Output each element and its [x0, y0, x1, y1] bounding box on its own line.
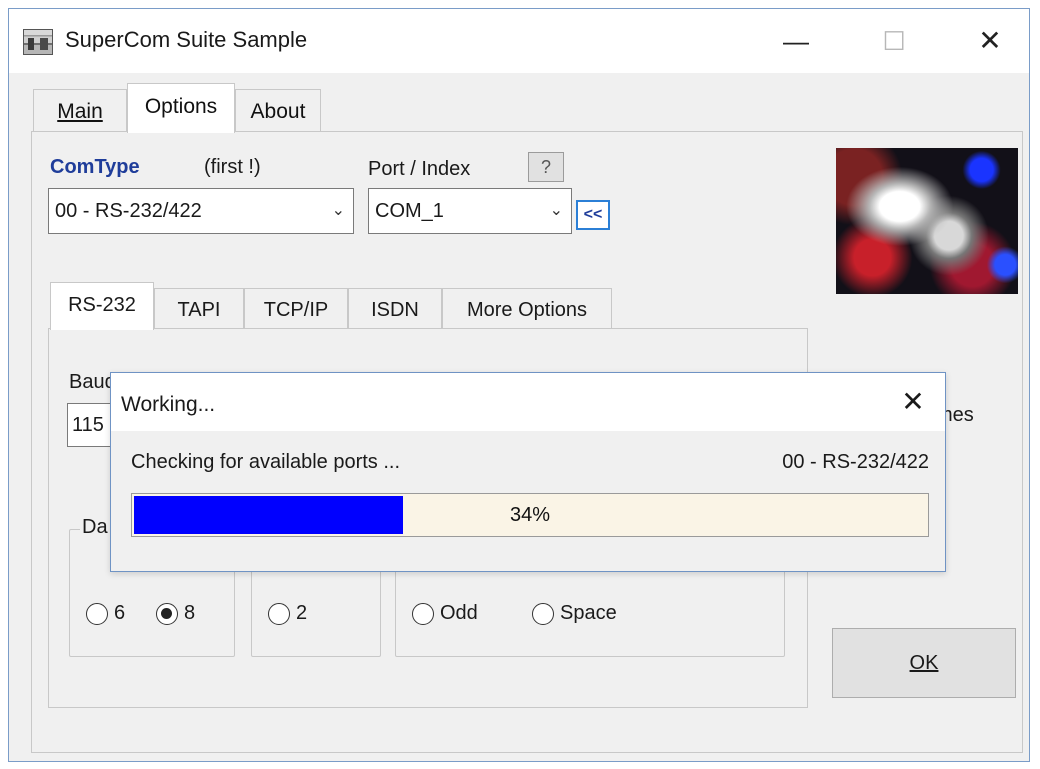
chevron-down-icon: ⌄: [549, 202, 563, 219]
ok-button[interactable]: OK: [832, 628, 1016, 698]
radio-circle-icon: [532, 602, 554, 625]
radio-data-6[interactable]: 6: [86, 602, 125, 625]
tab-about[interactable]: About: [235, 89, 321, 131]
radio-stop-2[interactable]: 2: [268, 602, 307, 625]
radio-parity-space[interactable]: Space: [532, 602, 617, 625]
minimize-button[interactable]: —: [763, 19, 829, 63]
port-index-label: Port / Index: [368, 158, 471, 180]
progress-bar: 34%: [131, 493, 929, 537]
dialog-title-bar: Working... ✕: [111, 373, 945, 431]
comtype-label: ComType: [50, 156, 140, 178]
close-button[interactable]: ✕: [957, 19, 1023, 63]
chevron-down-icon: ⌄: [331, 202, 345, 219]
back-button[interactable]: <<: [576, 200, 610, 230]
working-dialog: Working... ✕ Checking for available port…: [110, 372, 946, 572]
port-select[interactable]: COM_1 ⌄: [368, 188, 572, 234]
ok-button-label: OK: [909, 652, 939, 674]
tab-main[interactable]: Main: [33, 89, 127, 131]
data-bits-group-title: Da: [80, 516, 110, 539]
tab-main-label: Main: [57, 100, 103, 123]
dialog-title: Working...: [121, 393, 216, 416]
tab-options[interactable]: Options: [127, 83, 235, 133]
radio-parity-odd[interactable]: Odd: [412, 602, 478, 625]
comtype-value: 00 - RS-232/422: [55, 200, 202, 222]
maximize-button[interactable]: ☐: [861, 19, 927, 63]
tab-isdn[interactable]: ISDN: [348, 288, 442, 330]
baud-label: Baud: [69, 371, 116, 393]
window-title: SuperCom Suite Sample: [65, 27, 308, 52]
tab-tapi[interactable]: TAPI: [154, 288, 244, 330]
tab-rs232[interactable]: RS-232: [50, 282, 154, 330]
radio-circle-icon: [412, 602, 434, 625]
app-icon: [23, 29, 53, 55]
tab-more-options[interactable]: More Options: [442, 288, 612, 330]
radio-circle-icon: [156, 602, 178, 625]
help-button[interactable]: ?: [528, 152, 564, 182]
radio-parity-space-label: Space: [560, 602, 617, 624]
dialog-close-button[interactable]: ✕: [895, 385, 931, 418]
dialog-message: Checking for available ports ...: [131, 451, 401, 473]
title-bar: SuperCom Suite Sample — ☐ ✕: [9, 9, 1029, 73]
tab-tcpip[interactable]: TCP/IP: [244, 288, 348, 330]
radio-stop-2-label: 2: [296, 602, 308, 624]
tab-about-label: About: [250, 100, 306, 123]
radio-data-8[interactable]: 8: [156, 602, 195, 625]
first-label: (first !): [204, 156, 261, 178]
radio-data-8-label: 8: [184, 602, 196, 624]
comtype-select[interactable]: 00 - RS-232/422 ⌄: [48, 188, 354, 234]
radio-circle-icon: [86, 602, 108, 625]
satellite-image: [836, 148, 1018, 294]
port-value: COM_1: [375, 200, 444, 222]
radio-circle-icon: [268, 602, 290, 625]
tab-options-label: Options: [144, 95, 218, 118]
dialog-port-type: 00 - RS-232/422: [782, 451, 929, 473]
progress-text: 34%: [509, 504, 551, 526]
radio-parity-odd-label: Odd: [440, 602, 478, 624]
radio-data-6-label: 6: [114, 602, 126, 624]
